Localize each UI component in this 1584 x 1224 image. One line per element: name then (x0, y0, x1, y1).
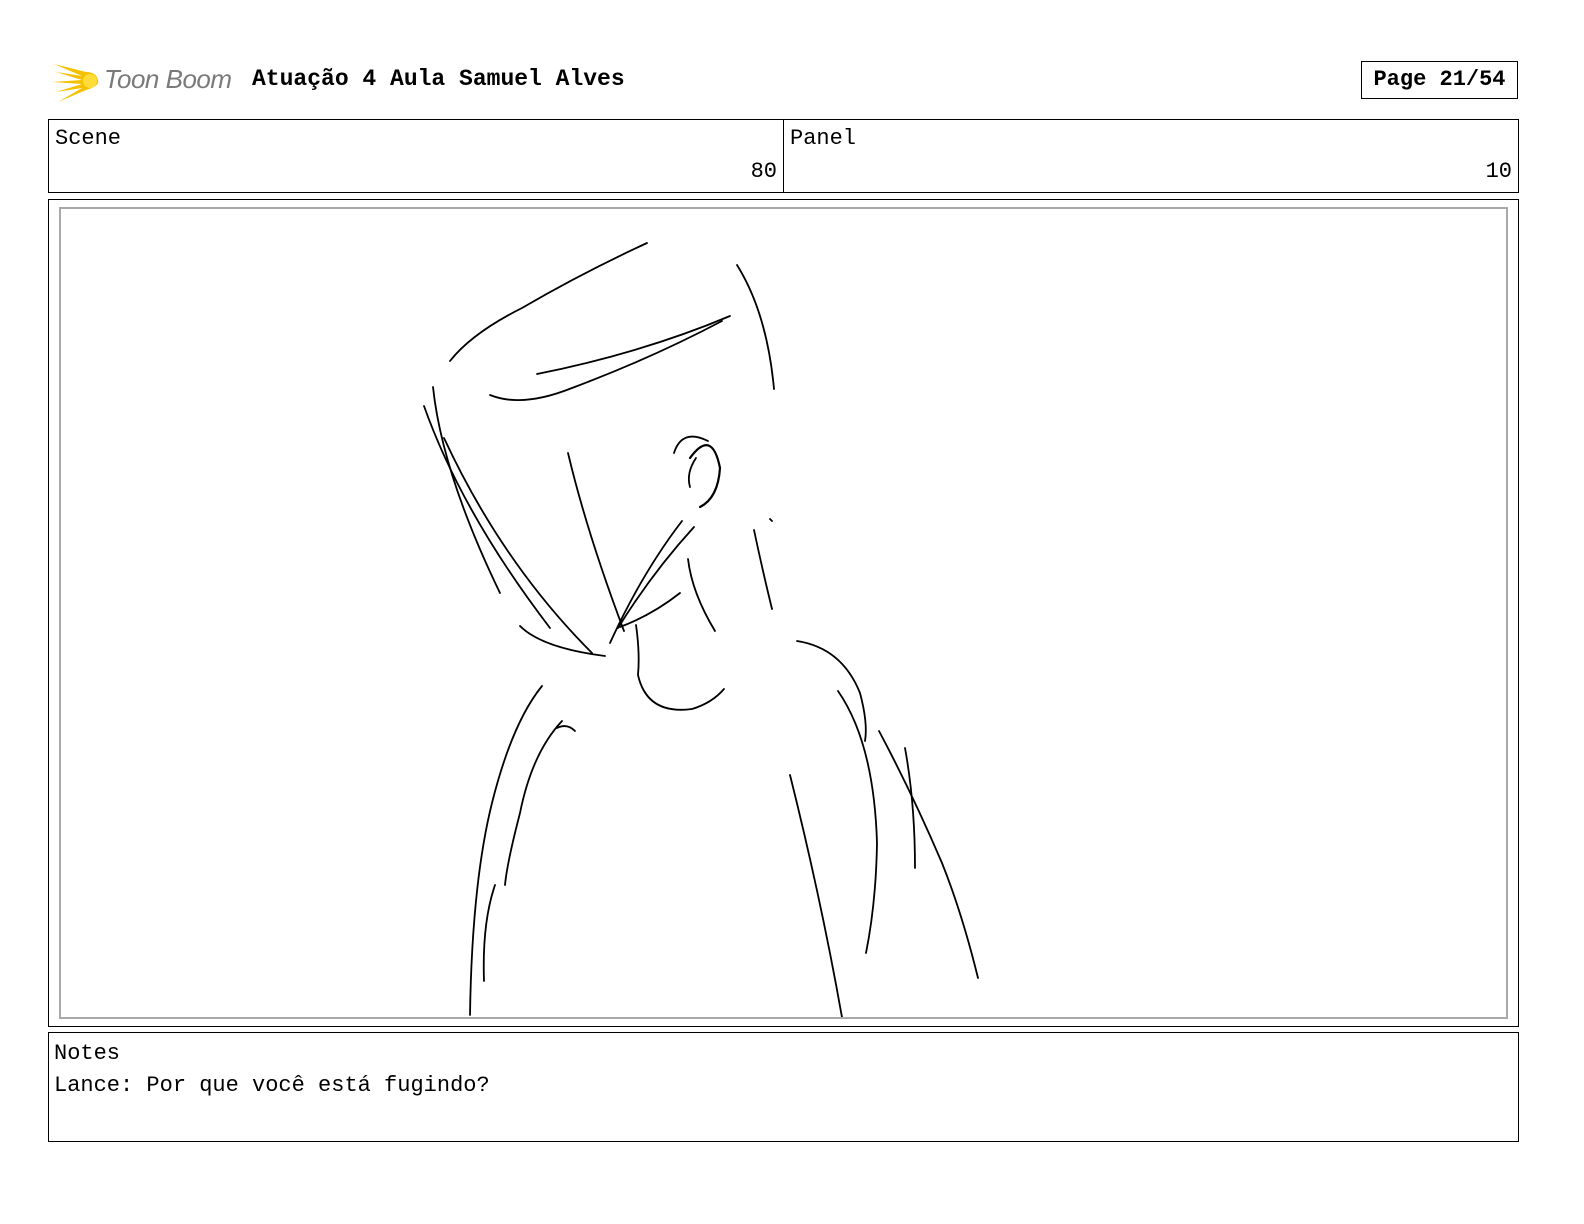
notes-text: Lance: Por que você está fugindo? (54, 1073, 490, 1098)
scene-label: Scene (55, 126, 122, 151)
panel-label: Panel (790, 126, 857, 151)
scene-number: 80 (750, 159, 777, 184)
storyboard-header: Toon Boom Atuação 4 Aula Samuel Alves (52, 56, 1532, 106)
panel-image-area (59, 207, 1508, 1019)
document-title: Atuação 4 Aula Samuel Alves (252, 66, 625, 92)
storyboard-panel (48, 199, 1519, 1027)
scene-panel-row: Scene 80 Panel 10 (48, 119, 1519, 193)
panel-cell: Panel 10 (783, 120, 1518, 192)
scene-cell: Scene 80 (49, 120, 783, 192)
sketch-drawing (423, 242, 979, 1017)
toon-boom-logo: Toon Boom (52, 56, 242, 106)
notes-section: Notes Lance: Por que você está fugindo? (48, 1032, 1519, 1142)
page-indicator: Page 21/54 (1361, 61, 1518, 99)
logo-text: Toon Boom (104, 64, 232, 94)
toon-boom-burst-icon (52, 64, 99, 102)
panel-number: 10 (1485, 159, 1512, 184)
notes-label: Notes (54, 1041, 121, 1066)
